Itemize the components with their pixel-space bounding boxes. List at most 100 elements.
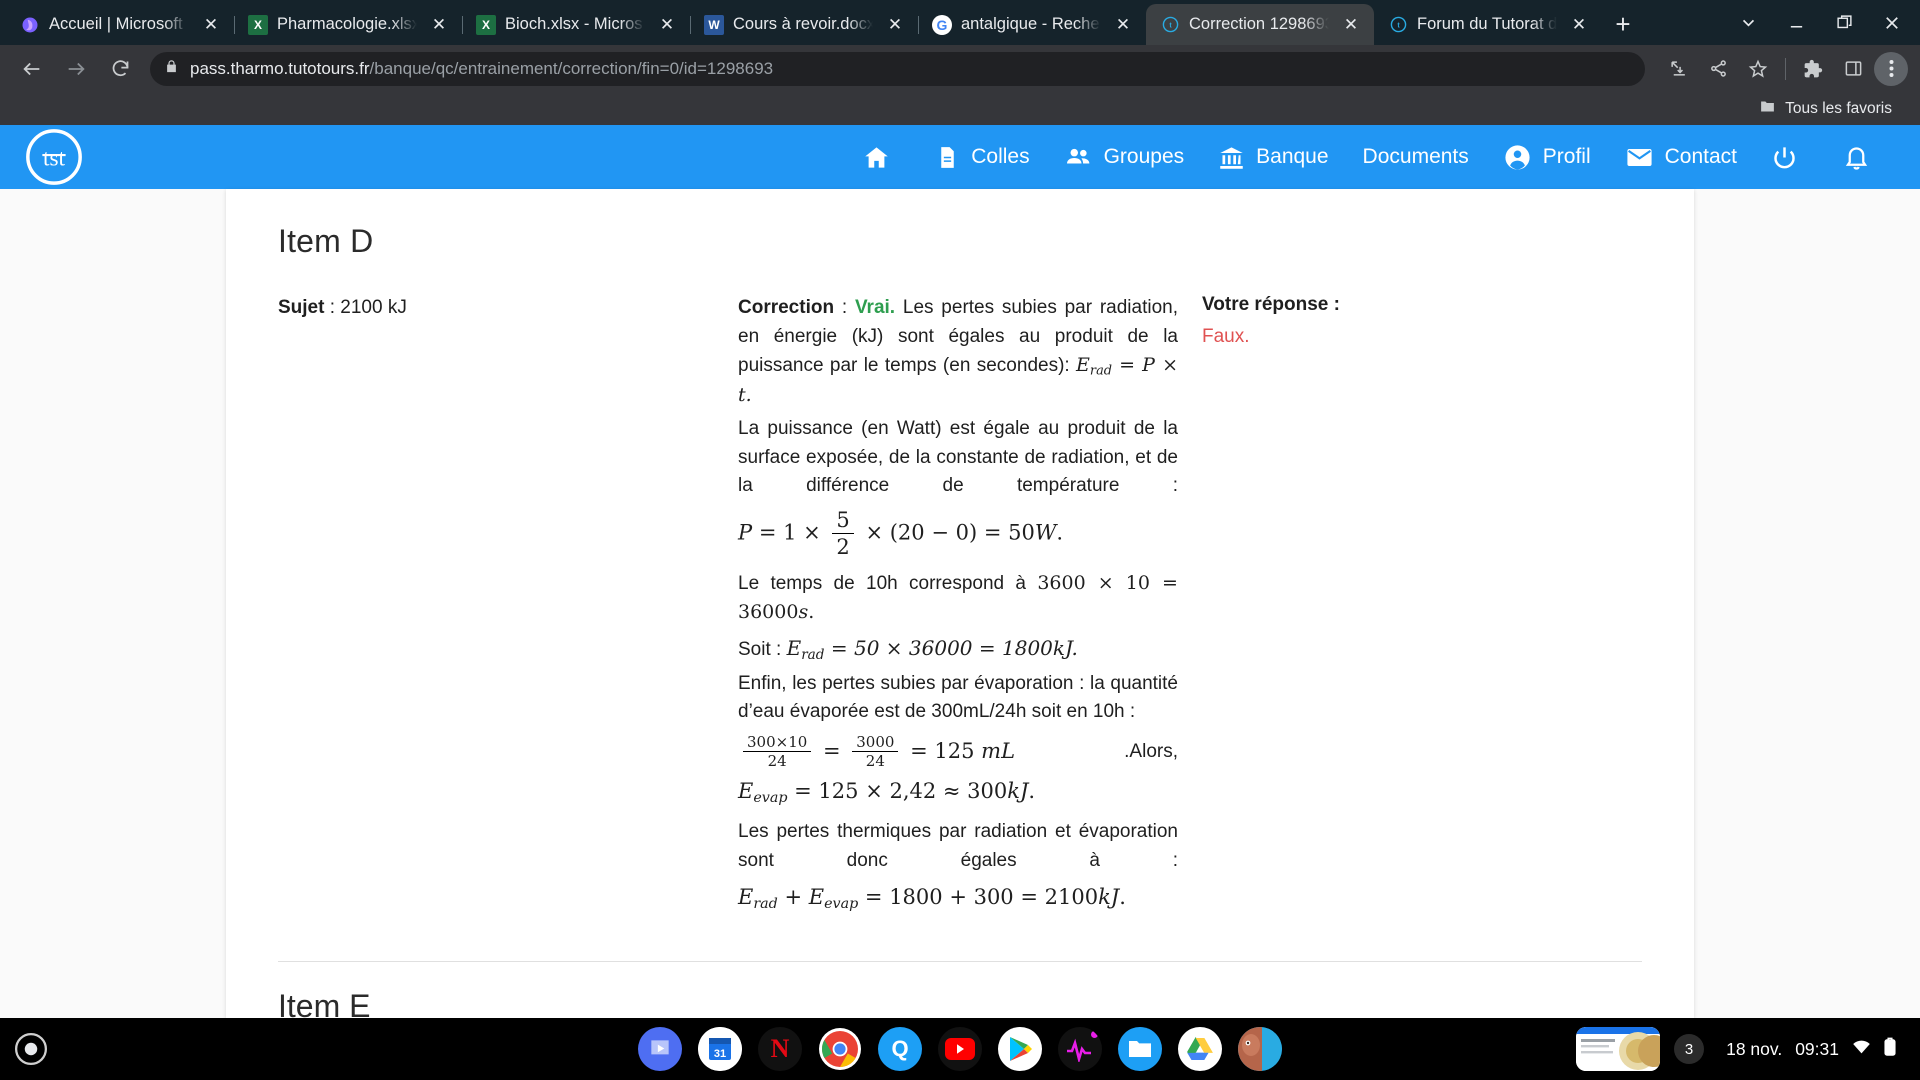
correction-p4-pre: Soit : bbox=[738, 638, 787, 660]
nav-item-deconnexion[interactable] bbox=[1754, 125, 1826, 189]
formula-eevap: Eevap = 125 × 2,42 ≈ 300kJ. bbox=[738, 779, 1036, 807]
browser-tab[interactable]: X Bioch.xlsx - Micros ✕ bbox=[462, 4, 691, 45]
url-domain: pass.tharmo.tutotours.fr bbox=[190, 58, 370, 78]
chromeos-shelf: 31 N Q 3 18 nov. 09:31 bbox=[0, 1018, 1920, 1080]
new-tab-button[interactable]: + bbox=[1602, 4, 1644, 45]
play-store-icon[interactable] bbox=[998, 1027, 1042, 1071]
bank-icon bbox=[1218, 144, 1245, 171]
alors-text: .Alors, bbox=[1124, 741, 1178, 763]
shelf-date: 18 nov. bbox=[1726, 1038, 1783, 1059]
sujet-label: Sujet bbox=[278, 297, 325, 318]
correction-p5-text: Enfin, les pertes subies par évaporation… bbox=[738, 672, 1178, 723]
youtube-icon[interactable] bbox=[938, 1027, 982, 1071]
nav-item-notifications[interactable] bbox=[1826, 125, 1898, 189]
correction-colon: : bbox=[834, 297, 855, 318]
svg-text:t: t bbox=[1397, 21, 1400, 29]
tab-title: Cours à revoir.docx bbox=[733, 15, 873, 33]
wifi-icon bbox=[1852, 1039, 1871, 1060]
tab-strip: Accueil | Microsoft ✕ X Pharmacologie.xl… bbox=[0, 0, 1920, 45]
nav-item-groupes[interactable]: Groupes bbox=[1047, 125, 1202, 189]
tab-close-button[interactable]: ✕ bbox=[1566, 12, 1592, 38]
google-drive-icon[interactable] bbox=[1178, 1027, 1222, 1071]
browser-tab[interactable]: W Cours à revoir.docx ✕ bbox=[690, 4, 919, 45]
reponse-colon: : bbox=[1328, 294, 1340, 315]
notification-badge[interactable]: 3 bbox=[1674, 1034, 1705, 1064]
shelf-app-list: 31 N Q bbox=[638, 1027, 1282, 1071]
chrome-icon[interactable] bbox=[818, 1027, 862, 1071]
install-icon[interactable] bbox=[1659, 50, 1697, 88]
netflix-icon[interactable]: N bbox=[758, 1027, 802, 1071]
share-icon[interactable] bbox=[1699, 50, 1737, 88]
side-panel-icon[interactable] bbox=[1834, 50, 1872, 88]
tab-title: Pharmacologie.xlsx bbox=[277, 15, 417, 33]
nav-item-banque[interactable]: Banque bbox=[1201, 125, 1345, 189]
back-arrow-icon[interactable] bbox=[12, 49, 52, 89]
page-viewport: tst Colles Groupes Banque Documents Prof… bbox=[0, 125, 1920, 1018]
bell-icon bbox=[1843, 144, 1870, 171]
tab-close-button[interactable]: ✕ bbox=[1110, 12, 1136, 38]
calendar-icon[interactable]: 31 bbox=[698, 1027, 742, 1071]
page-background: Item D Sujet : 2100 kJ Correction : Vrai… bbox=[0, 189, 1920, 1018]
chrome-menu-icon[interactable] bbox=[1874, 51, 1908, 86]
excel-icon: X bbox=[476, 14, 496, 35]
nav-item-label: Contact bbox=[1664, 145, 1737, 168]
qwant-icon[interactable]: Q bbox=[878, 1027, 922, 1071]
correction-p3-pre: Le temps de 10h correspond à bbox=[738, 572, 1038, 594]
close-window-button[interactable] bbox=[1868, 0, 1916, 45]
nav-item-colles[interactable]: Colles bbox=[918, 125, 1046, 189]
browser-tab[interactable]: G antalgique - Reche ✕ bbox=[918, 4, 1146, 45]
window-controls bbox=[1724, 0, 1920, 45]
reload-icon[interactable] bbox=[100, 49, 140, 89]
formula-volume-evapore: 300×10 24 = 3000 24 = 125 mL bbox=[738, 733, 1015, 771]
tab-title: Bioch.xlsx - Micros bbox=[505, 15, 643, 33]
files-icon[interactable] bbox=[1118, 1027, 1162, 1071]
tutorat-icon: t bbox=[1160, 15, 1180, 35]
lock-icon bbox=[164, 59, 179, 79]
nav-item-label: Groupes bbox=[1103, 145, 1185, 168]
tab-search-icon[interactable] bbox=[1724, 0, 1772, 45]
mail-icon bbox=[1625, 143, 1654, 172]
browser-tab[interactable]: X Pharmacologie.xlsx ✕ bbox=[234, 4, 463, 45]
browser-toolbar: pass.tharmo.tutotours.fr/banque/qc/entra… bbox=[0, 45, 1920, 92]
tab-close-button[interactable]: ✕ bbox=[1338, 12, 1364, 38]
tab-close-button[interactable]: ✕ bbox=[426, 12, 452, 38]
browser-tab[interactable]: Accueil | Microsoft ✕ bbox=[6, 4, 235, 45]
bookmark-folder-all[interactable]: Tous les favoris bbox=[1753, 95, 1898, 123]
reponse-column: Votre réponse : Faux. bbox=[1178, 294, 1642, 925]
people-icon bbox=[1064, 143, 1093, 172]
sujet-line: Sujet : 2100 kJ bbox=[278, 294, 738, 323]
anatomy-app-icon[interactable] bbox=[1238, 1027, 1282, 1071]
tutorat-logo[interactable]: tst bbox=[22, 125, 86, 189]
heartbeat-icon[interactable] bbox=[1058, 1027, 1102, 1071]
play-movies-icon[interactable] bbox=[638, 1027, 682, 1071]
nav-item-contact[interactable]: Contact bbox=[1608, 125, 1754, 189]
tab-close-button[interactable]: ✕ bbox=[198, 12, 224, 38]
address-bar[interactable]: pass.tharmo.tutotours.fr/banque/qc/entra… bbox=[150, 51, 1645, 86]
tab-title: Forum du Tutorat d bbox=[1417, 15, 1557, 33]
site-navigation-bar: tst Colles Groupes Banque Documents Prof… bbox=[0, 125, 1920, 189]
correction-paragraph-3: Le temps de 10h correspond à 3600 × 10 =… bbox=[738, 569, 1178, 628]
browser-tab-active[interactable]: t Correction 1298693 ✕ bbox=[1146, 4, 1374, 45]
tab-close-button[interactable]: ✕ bbox=[882, 12, 908, 38]
fraction-5-2: 52 bbox=[832, 508, 854, 560]
maximize-button[interactable] bbox=[1820, 0, 1868, 45]
bookmark-star-icon[interactable] bbox=[1739, 50, 1777, 88]
item-columns: Sujet : 2100 kJ Correction : Vrai. Les p… bbox=[278, 294, 1642, 925]
sujet-value: 2100 kJ bbox=[340, 297, 407, 318]
shelf-clock-area[interactable]: 18 nov. 09:31 bbox=[1718, 1037, 1904, 1061]
nav-item-profil[interactable]: Profil bbox=[1486, 125, 1608, 189]
google-icon: G bbox=[932, 14, 952, 35]
window-preview-stack[interactable] bbox=[1576, 1027, 1661, 1071]
minimize-button[interactable] bbox=[1772, 0, 1820, 45]
extensions-puzzle-icon[interactable] bbox=[1794, 50, 1832, 88]
launcher-button[interactable] bbox=[0, 1032, 62, 1066]
forward-arrow-icon[interactable] bbox=[56, 49, 96, 89]
document-icon bbox=[935, 145, 960, 170]
nav-item-accueil[interactable] bbox=[846, 125, 918, 189]
formula-total: Erad + Eevap = 1800 + 300 = 2100kJ. bbox=[738, 885, 1126, 913]
tutorat-icon: t bbox=[1388, 15, 1408, 35]
nav-item-documents[interactable]: Documents bbox=[1346, 125, 1486, 189]
tab-close-button[interactable]: ✕ bbox=[654, 12, 680, 38]
correction-paragraph-6: Les pertes thermiques par radiation et é… bbox=[738, 818, 1178, 875]
browser-tab[interactable]: t Forum du Tutorat d ✕ bbox=[1374, 4, 1602, 45]
